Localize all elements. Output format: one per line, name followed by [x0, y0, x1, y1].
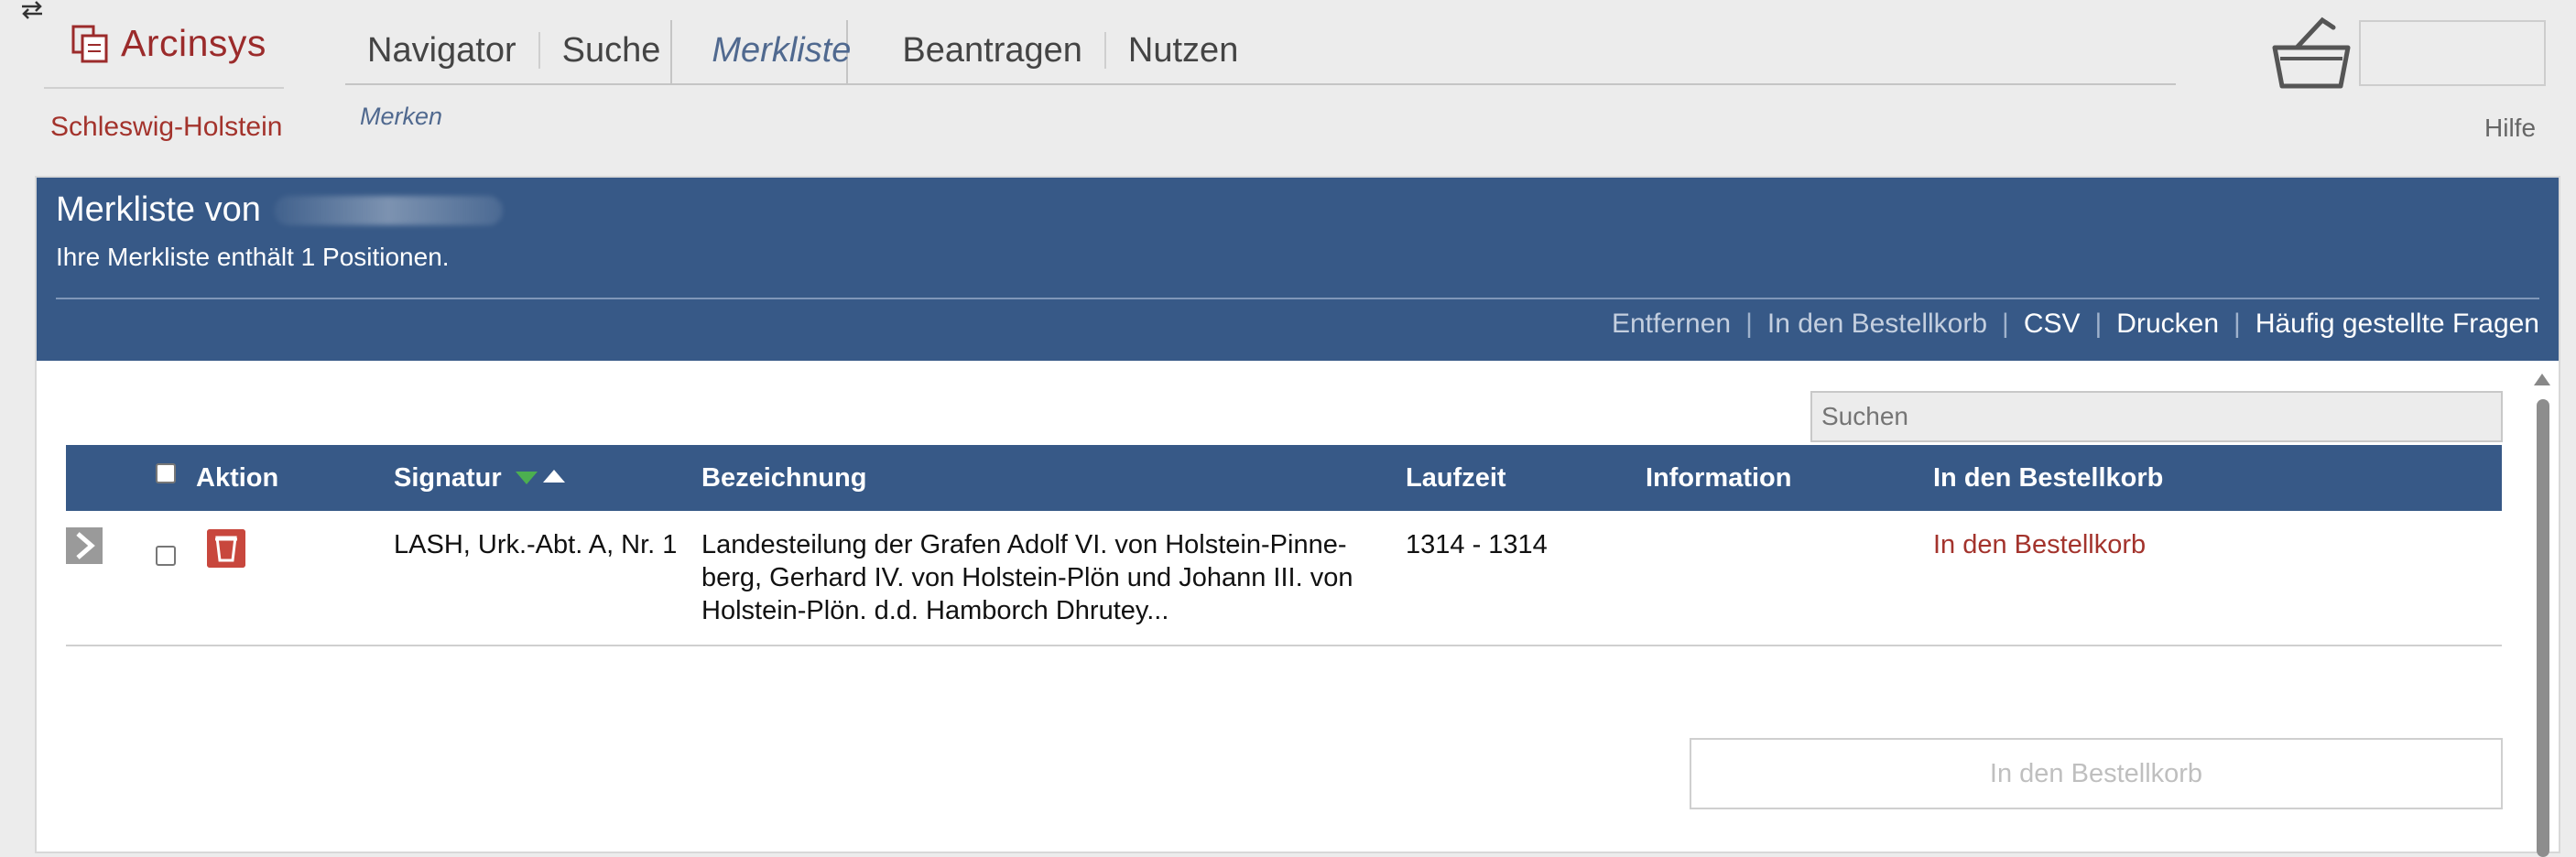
documents-icon	[71, 25, 108, 62]
column-header-aktion: Aktion	[196, 463, 279, 493]
delete-icon[interactable]	[207, 529, 245, 568]
bezeichnung-line: berg, Gerhard IV. von Holstein-Plön und …	[701, 563, 1353, 592]
action-drucken[interactable]: Drucken	[2102, 309, 2234, 340]
action-csv[interactable]: CSV	[2009, 309, 2095, 340]
action-separator: |	[2002, 309, 2009, 339]
basket-icon[interactable]	[2269, 16, 2353, 90]
nav-navigator[interactable]: Navigator	[345, 28, 538, 72]
main-navigation: Navigator Suche Merkliste Beantragen Nut…	[345, 24, 1260, 77]
panel-subtitle: Ihre Merkliste enthält 1 Positionen.	[56, 243, 450, 271]
action-separator: |	[2094, 309, 2103, 339]
panel-divider	[56, 298, 2539, 299]
cell-bezeichnung: Landesteilung der Grafen Adolf VI. von H…	[701, 528, 1353, 627]
redacted-username	[273, 195, 503, 225]
nav-nutzen[interactable]: Nutzen	[1106, 28, 1260, 72]
panel-title-text: Merkliste von	[56, 190, 261, 229]
panel-title: Merkliste von	[56, 190, 503, 230]
nav-merkliste[interactable]: Merkliste	[690, 28, 873, 72]
scroll-up-arrow-icon[interactable]	[2534, 374, 2550, 385]
app-name: Arcinsys	[121, 22, 266, 64]
expand-row-icon[interactable]	[66, 527, 103, 564]
region-label: Schleswig-Holstein	[50, 112, 283, 142]
action-bar: Entfernen | In den Bestellkorb | CSV | D…	[1597, 309, 2539, 340]
action-separator: |	[1745, 309, 1753, 339]
action-in-den-bestellkorb[interactable]: In den Bestellkorb	[1753, 309, 2002, 340]
swap-arrows-icon[interactable]	[18, 0, 46, 20]
column-header-information: Information	[1646, 463, 1792, 493]
action-faq[interactable]: Häufig gestellte Fragen	[2241, 309, 2539, 340]
cell-bestellkorb-link[interactable]: In den Bestellkorb	[1933, 528, 2146, 561]
action-entfernen[interactable]: Entfernen	[1597, 309, 1745, 340]
action-separator: |	[2234, 309, 2241, 339]
nav-underline	[345, 83, 2176, 85]
column-header-signatur[interactable]: Signatur	[394, 445, 502, 511]
add-to-basket-button[interactable]: In den Bestellkorb	[1690, 738, 2503, 809]
row-checkbox[interactable]	[156, 546, 176, 566]
basket-status-box[interactable]	[2359, 20, 2546, 86]
sort-descending-icon[interactable]	[516, 472, 538, 484]
cell-laufzeit: 1314 - 1314	[1406, 530, 1548, 559]
nav-suche[interactable]: Suche	[540, 28, 683, 72]
bezeichnung-line: Landesteilung der Grafen Adolf VI. von H…	[701, 530, 1347, 559]
column-header-bezeichnung: Bezeichnung	[701, 463, 867, 493]
subnav-merken[interactable]: Merken	[360, 103, 442, 131]
bezeichnung-line: Holstein-Plön. d.d. Hamborch Dhrutey...	[701, 596, 1169, 625]
row-divider	[66, 645, 2502, 646]
select-all-checkbox[interactable]	[156, 463, 176, 483]
logo-divider	[44, 87, 284, 89]
logo[interactable]: Arcinsys	[70, 22, 266, 65]
cell-signatur: LASH, Urk.-Abt. A, Nr. 1	[394, 530, 678, 559]
help-link[interactable]: Hilfe	[2484, 114, 2536, 143]
nav-beantragen[interactable]: Beantragen	[880, 28, 1104, 72]
sort-ascending-icon[interactable]	[543, 470, 565, 483]
search-input[interactable]	[1810, 391, 2503, 442]
scrollbar[interactable]	[2537, 399, 2549, 857]
column-header-bestellkorb: In den Bestellkorb	[1933, 463, 2164, 493]
column-header-laufzeit: Laufzeit	[1406, 463, 1506, 493]
